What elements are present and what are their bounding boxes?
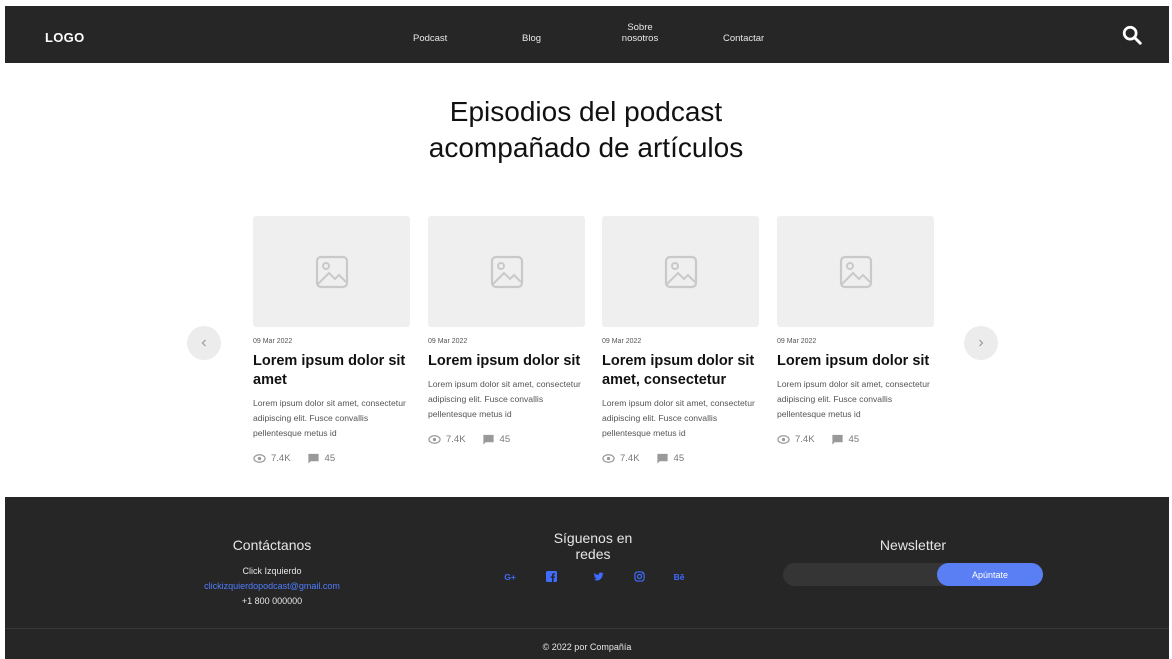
comments-count: 45: [848, 434, 860, 445]
twitter-icon[interactable]: [591, 571, 605, 584]
comments-count: 45: [673, 453, 685, 464]
views-count: 7.4K: [446, 434, 466, 445]
social-heading: Síguenos en redes: [553, 530, 633, 562]
card-title[interactable]: Lorem ipsum dolor sit: [777, 352, 934, 371]
episode-card[interactable]: 09 Mar 2022 Lorem ipsum dolor sit Lorem …: [428, 216, 585, 446]
nav-link-podcast[interactable]: Podcast: [413, 33, 447, 44]
eye-icon: [777, 435, 790, 444]
nav-link-blog[interactable]: Blog: [522, 33, 541, 44]
card-stats: 7.4K 45: [602, 452, 759, 465]
image-placeholder-icon: [664, 255, 697, 288]
image-placeholder-icon: [490, 255, 523, 288]
comment-icon: [656, 453, 668, 464]
contact-name: Click Izquierdo: [242, 566, 302, 576]
page-title-line-1: Episodios del podcast: [449, 96, 723, 127]
carousel-next-button[interactable]: [964, 326, 998, 360]
search-icon[interactable]: [1121, 24, 1143, 46]
views-count: 7.4K: [271, 453, 291, 464]
card-stats: 7.4K 45: [253, 452, 410, 465]
episode-card[interactable]: 09 Mar 2022 Lorem ipsum dolor sit amet L…: [253, 216, 410, 465]
card-title[interactable]: Lorem ipsum dolor sit amet, consectetur: [602, 352, 759, 390]
page-title-line-2: acompañado de artículos: [428, 132, 744, 163]
card-excerpt: Lorem ipsum dolor sit amet, consectetur …: [777, 379, 930, 419]
comments-count: 45: [499, 434, 511, 445]
page-title: Episodios del podcast acompañado de artí…: [0, 94, 1172, 166]
top-navigation-bar: LOGO Podcast Blog Sobre nosotros Contact…: [5, 6, 1169, 63]
google-plus-icon[interactable]: G+: [502, 572, 518, 582]
comment-icon: [831, 434, 843, 445]
facebook-icon[interactable]: [544, 571, 558, 584]
newsletter-heading: Newsletter: [879, 537, 947, 553]
nav-link-contact[interactable]: Contactar: [723, 33, 764, 44]
nav-link-about[interactable]: Sobre nosotros: [614, 22, 666, 44]
card-date: 09 Mar 2022: [777, 338, 817, 345]
views-count: 7.4K: [795, 434, 815, 445]
card-date: 09 Mar 2022: [602, 338, 642, 345]
chevron-right-icon: [979, 339, 984, 347]
eye-icon: [253, 454, 266, 463]
eye-icon: [602, 454, 615, 463]
chevron-left-icon: [201, 339, 206, 347]
copyright: © 2022 por Compañía: [542, 642, 632, 652]
instagram-icon[interactable]: [632, 571, 646, 584]
card-title[interactable]: Lorem ipsum dolor sit amet: [253, 352, 410, 390]
episode-card[interactable]: 09 Mar 2022 Lorem ipsum dolor sit amet, …: [602, 216, 759, 465]
card-stats: 7.4K 45: [428, 433, 585, 446]
image-placeholder-icon: [315, 255, 348, 288]
behance-icon[interactable]: Bē: [671, 572, 687, 582]
footer: Contáctanos Click Izquierdo clickizquier…: [5, 497, 1169, 659]
card-date: 09 Mar 2022: [253, 338, 293, 345]
image-placeholder-icon: [839, 255, 872, 288]
card-excerpt: Lorem ipsum dolor sit amet, consectetur …: [253, 398, 406, 438]
card-excerpt: Lorem ipsum dolor sit amet, consectetur …: [602, 398, 755, 438]
episode-card[interactable]: 09 Mar 2022 Lorem ipsum dolor sit Lorem …: [777, 216, 934, 446]
eye-icon: [428, 435, 441, 444]
comment-icon: [307, 453, 319, 464]
contact-phone: +1 800 000000: [241, 596, 303, 606]
card-excerpt: Lorem ipsum dolor sit amet, consectetur …: [428, 379, 581, 419]
contact-heading: Contáctanos: [232, 537, 312, 553]
views-count: 7.4K: [620, 453, 640, 464]
comment-icon: [482, 434, 494, 445]
logo[interactable]: LOGO: [45, 30, 84, 45]
comments-count: 45: [324, 453, 336, 464]
contact-email-link[interactable]: clickizquierdopodcast@gmail.com: [177, 581, 367, 591]
card-thumbnail[interactable]: [777, 216, 934, 327]
newsletter-subscribe-button[interactable]: Apúntate: [937, 563, 1043, 586]
carousel-prev-button[interactable]: [187, 326, 221, 360]
card-stats: 7.4K 45: [777, 433, 934, 446]
footer-divider: [5, 628, 1169, 629]
card-thumbnail[interactable]: [253, 216, 410, 327]
card-date: 09 Mar 2022: [428, 338, 468, 345]
card-title[interactable]: Lorem ipsum dolor sit: [428, 352, 585, 371]
card-thumbnail[interactable]: [602, 216, 759, 327]
card-thumbnail[interactable]: [428, 216, 585, 327]
